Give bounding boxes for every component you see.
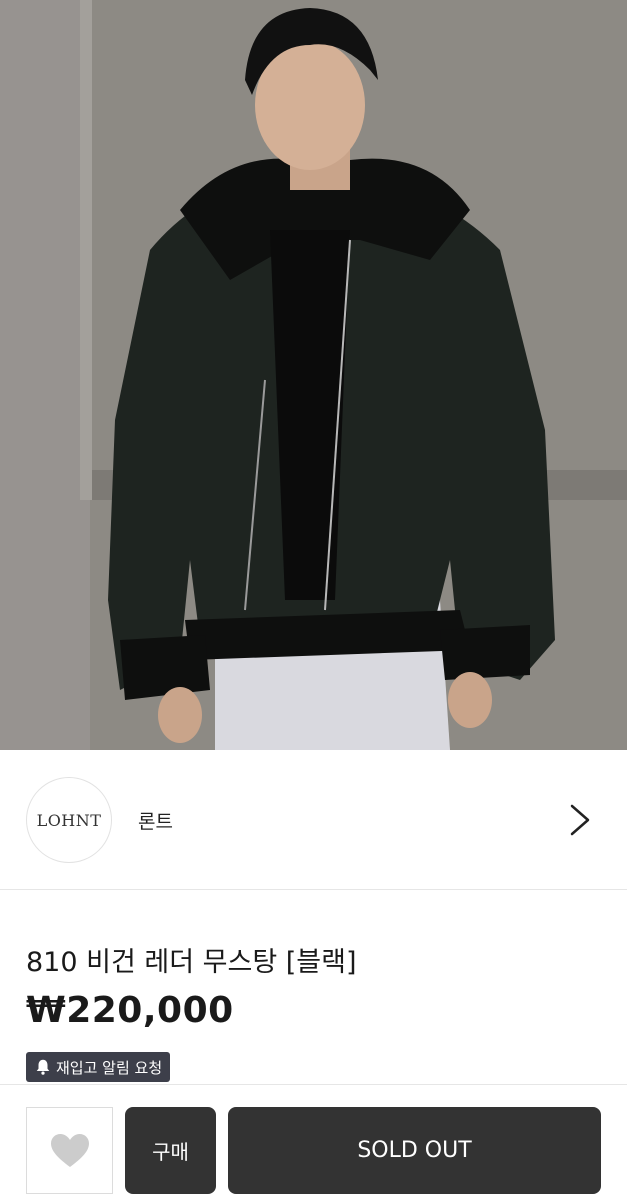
heart-icon [50, 1133, 89, 1167]
product-photo-illustration [0, 0, 627, 750]
product-photo[interactable] [0, 0, 627, 750]
brand-logo[interactable]: LOHNT [26, 777, 112, 863]
brand-row[interactable]: LOHNT 론트 [0, 750, 627, 890]
restock-alert-label: 재입고 알림 요청 [56, 1058, 163, 1077]
bell-icon [36, 1059, 50, 1075]
brand-name[interactable]: 론트 [138, 807, 173, 834]
product-title: 810 비건 레더 무스탕 [블랙] [26, 947, 357, 978]
chevron-right-icon[interactable] [566, 802, 594, 838]
sold-out-button[interactable]: SOLD OUT [228, 1107, 601, 1194]
buy-button[interactable]: 구매 [125, 1107, 216, 1194]
restock-alert-button[interactable]: 재입고 알림 요청 [26, 1052, 171, 1082]
product-price: ₩220,000 [26, 990, 234, 1031]
buy-button-label: 구매 [152, 1140, 189, 1164]
bottom-action-bar: 구매 SOLD OUT [0, 1084, 627, 1200]
like-button[interactable] [26, 1107, 113, 1194]
sold-out-label: SOLD OUT [357, 1138, 472, 1163]
brand-logo-text: LOHNT [36, 810, 102, 830]
